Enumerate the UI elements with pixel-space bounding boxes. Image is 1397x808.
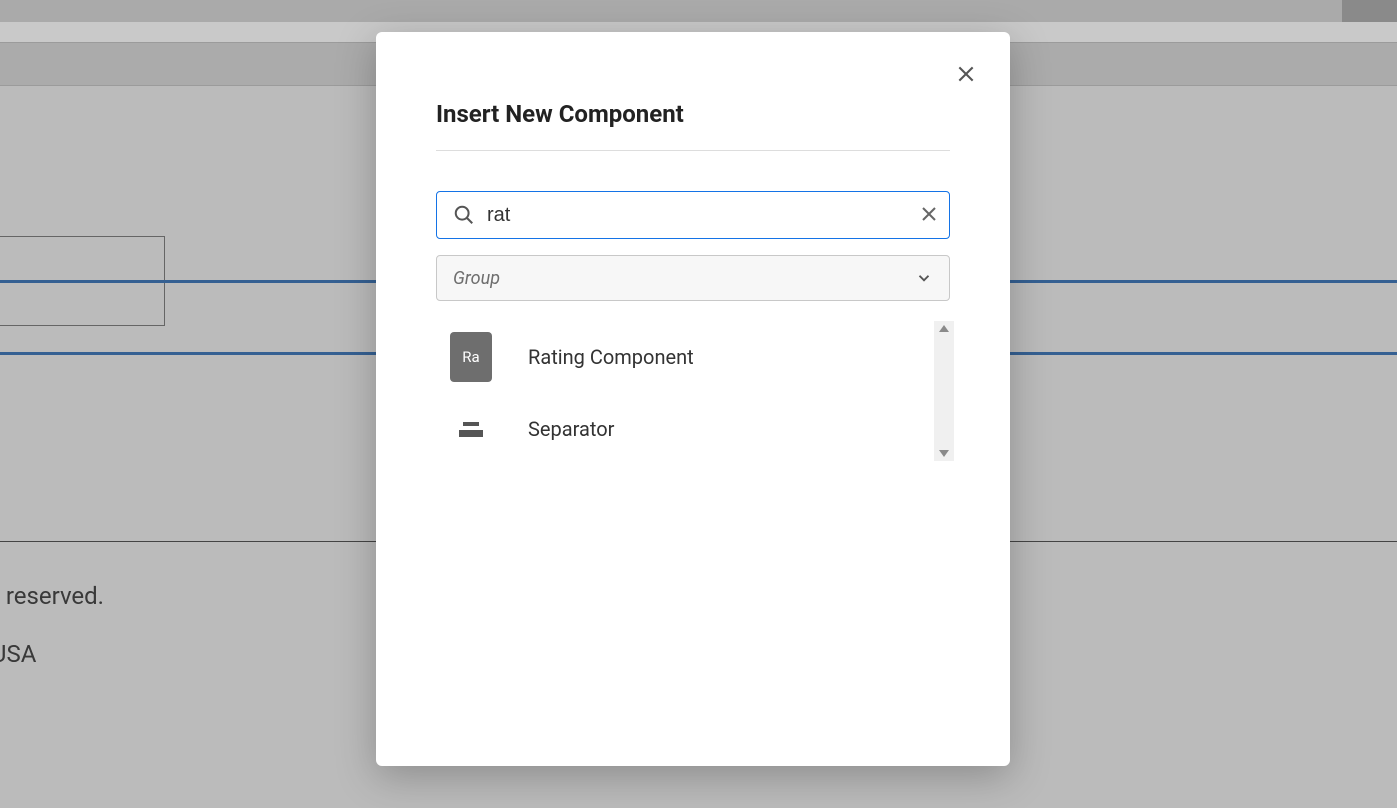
- scroll-down-arrow-icon[interactable]: [939, 450, 949, 457]
- close-icon: [956, 64, 976, 88]
- search-field[interactable]: [436, 191, 950, 239]
- chevron-down-icon: [915, 269, 933, 287]
- dialog-title: Insert New Component: [436, 100, 950, 151]
- separator-icon: [450, 404, 492, 454]
- search-icon: [453, 204, 475, 226]
- insert-component-dialog: Insert New Component Group: [376, 32, 1010, 766]
- results-scrollbar[interactable]: [934, 321, 954, 461]
- search-input[interactable]: [475, 204, 909, 227]
- group-select[interactable]: Group: [436, 255, 950, 301]
- result-item-separator[interactable]: Separator: [436, 393, 950, 465]
- group-select-label: Group: [453, 268, 500, 289]
- result-label: Separator: [528, 417, 614, 441]
- scroll-up-arrow-icon[interactable]: [939, 325, 949, 332]
- result-item-rating-component[interactable]: Ra Rating Component: [436, 321, 950, 393]
- close-button[interactable]: [954, 64, 978, 88]
- results-list: Ra Rating Component Separator: [436, 321, 950, 465]
- component-badge-icon: Ra: [450, 332, 492, 382]
- result-label: Rating Component: [528, 345, 694, 369]
- clear-search-button[interactable]: [909, 191, 949, 239]
- close-icon: [922, 206, 936, 225]
